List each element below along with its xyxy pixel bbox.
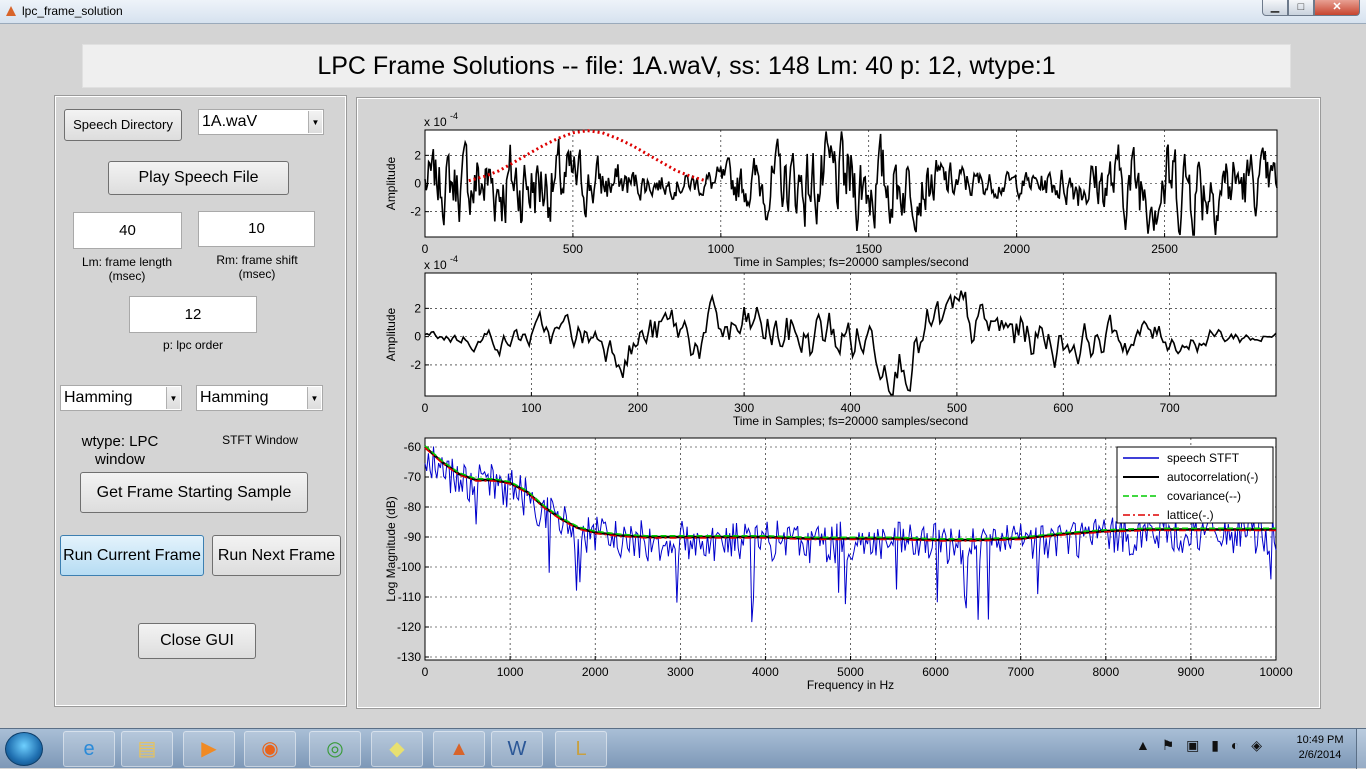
close-icon: ✕: [1332, 1, 1342, 13]
p-order-label: p: lpc order: [162, 338, 224, 352]
show-desktop-button[interactable]: [1356, 729, 1366, 769]
word-icon[interactable]: W: [491, 731, 543, 767]
run-next-frame-button[interactable]: Run Next Frame: [212, 535, 341, 576]
maximize-button[interactable]: □: [1288, 0, 1314, 16]
minimize-icon: ▁: [1270, 1, 1280, 13]
system-tray[interactable]: ▲ ⚑ ▣ ▮ ◐ ◈: [1136, 737, 1266, 754]
stft-window-select[interactable]: Hamming ▼: [196, 385, 323, 411]
file-select-value: 1A.waV: [202, 113, 258, 130]
firefox-icon[interactable]: ◉: [244, 731, 296, 767]
wtype-label: wtype: LPC window: [65, 433, 175, 469]
p-order-input[interactable]: 12: [129, 296, 257, 333]
start-button[interactable]: [5, 732, 43, 766]
header-panel: LPC Frame Solutions -- file: 1A.waV, ss:…: [82, 44, 1291, 88]
wtype-label-line-2: window: [94, 451, 146, 468]
maximize-icon: □: [1297, 1, 1305, 13]
minimize-button[interactable]: ▁: [1262, 0, 1288, 16]
run-current-frame-button[interactable]: Run Current Frame: [60, 535, 204, 576]
matlab-icon: [6, 6, 16, 16]
wtype-label-line-1: wtype: LPC: [81, 433, 159, 450]
sticky-notes-icon[interactable]: ◆: [371, 731, 423, 767]
chrome-icon[interactable]: ◎: [309, 731, 361, 767]
play-speech-button[interactable]: Play Speech File: [108, 161, 289, 195]
stft-window-label: STFT Window: [222, 433, 298, 447]
matlab-icon[interactable]: ▲: [433, 731, 485, 767]
file-explorer-icon[interactable]: ▤: [121, 731, 173, 767]
taskbar: e ▤ ▶ ◉ ◎ ◆ ▲ W L ▲ ⚑ ▣ ▮ ◐ ◈ 10:49 PM 2/6/2014: [0, 728, 1366, 769]
close-gui-button[interactable]: Close GUI: [138, 623, 256, 659]
rm-label-line-1: Rm: frame shift: [216, 253, 298, 267]
file-select[interactable]: 1A.waV ▼: [198, 109, 324, 135]
clock[interactable]: 10:49 PM 2/6/2014: [1285, 733, 1355, 763]
chevron-down-icon[interactable]: ▼: [308, 111, 322, 133]
page-title: LPC Frame Solutions -- file: 1A.waV, ss:…: [317, 52, 1056, 80]
window-title: lpc_frame_solution: [22, 4, 123, 18]
internet-explorer-icon[interactable]: e: [63, 731, 115, 767]
lpc-window-select[interactable]: Hamming ▼: [60, 385, 182, 411]
rm-label-line-2: (msec): [238, 267, 276, 281]
chevron-down-icon[interactable]: ▼: [166, 387, 180, 409]
stft-window-value: Hamming: [200, 389, 269, 406]
clock-date: 2/6/2014: [1298, 749, 1342, 761]
lpc-window-value: Hamming: [64, 389, 133, 406]
league-icon[interactable]: L: [555, 731, 607, 767]
clock-time: 10:49 PM: [1296, 734, 1344, 746]
lm-input[interactable]: 40: [73, 212, 182, 249]
rm-label: Rm: frame shift (msec): [198, 253, 316, 281]
rm-input[interactable]: 10: [198, 211, 315, 247]
get-frame-starting-sample-button[interactable]: Get Frame Starting Sample: [80, 472, 308, 513]
lm-label: Lm: frame length (msec): [68, 255, 186, 283]
speech-directory-button[interactable]: Speech Directory: [64, 109, 182, 141]
lm-label-line-2: (msec): [108, 269, 146, 283]
close-window-button[interactable]: ✕: [1314, 0, 1360, 16]
chevron-down-icon[interactable]: ▼: [307, 387, 321, 409]
plot-panel: [356, 97, 1321, 709]
lm-label-line-1: Lm: frame length: [81, 255, 173, 269]
media-player-icon[interactable]: ▶: [183, 731, 235, 767]
title-bar: lpc_frame_solution ▁ □ ✕: [0, 0, 1366, 24]
